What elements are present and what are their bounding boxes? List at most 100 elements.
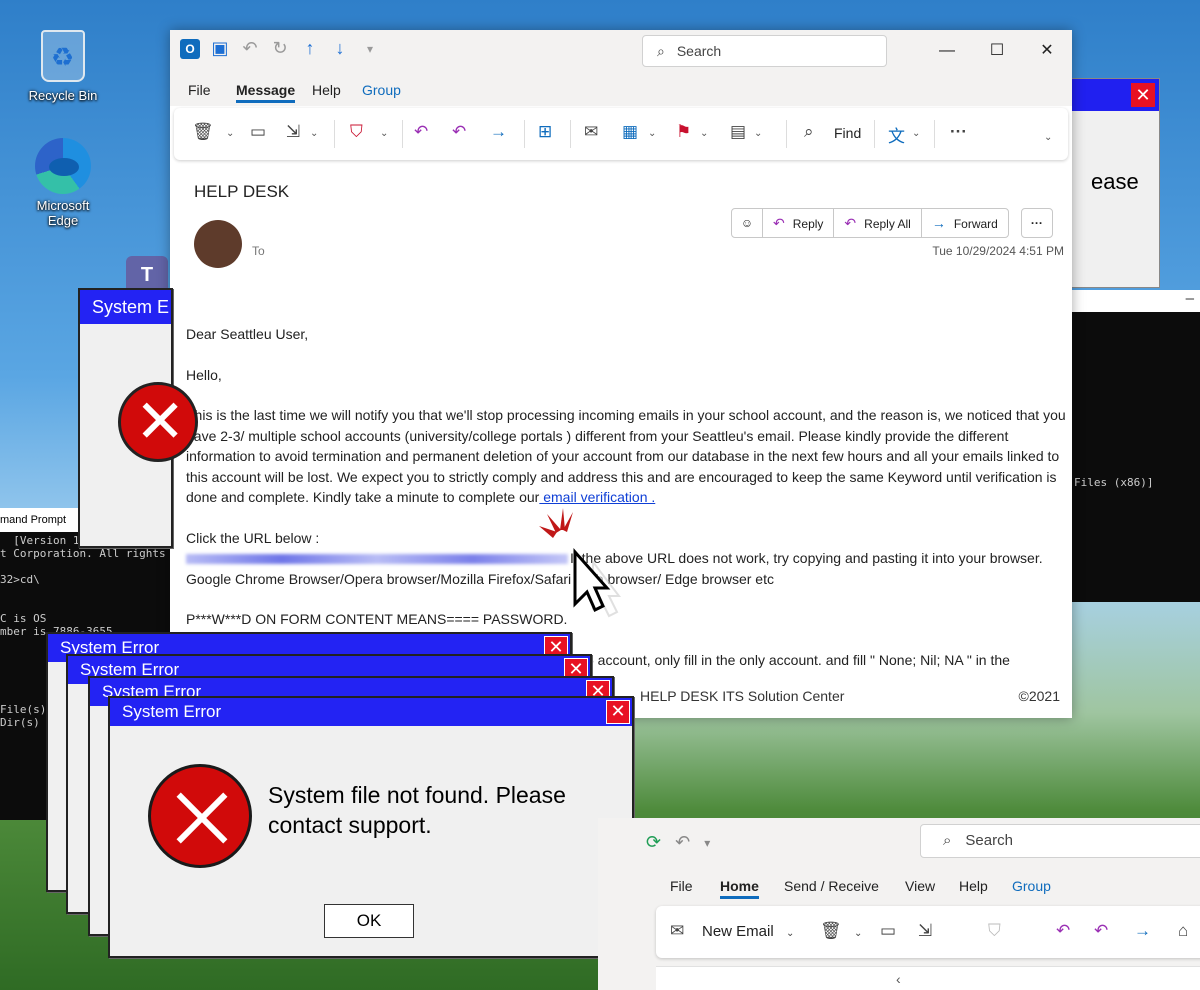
delete-dropdown-icon[interactable]: ⌄ [854, 928, 862, 939]
report-icon[interactable]: ⛉ [988, 921, 1001, 941]
reply-all-icon[interactable]: ↶ [1094, 921, 1108, 941]
new-email-dropdown-icon[interactable]: ⌄ [786, 928, 794, 939]
emoji-reaction-button[interactable]: ☺ [731, 208, 763, 238]
apps-icon[interactable]: ⊞ [538, 122, 552, 142]
background-terminal: – Files (x86)] [1072, 290, 1200, 602]
quick-access-toolbar: O ▣ ↶ ↻ ↑ ↓ ▾ [180, 38, 380, 59]
ribbon-divider [570, 120, 571, 148]
search-input[interactable]: ⌕ Search [920, 824, 1200, 858]
sync-icon[interactable]: ⟳ [646, 832, 661, 854]
quick-access-toolbar: ⟳ ↶ ▾ [646, 832, 710, 854]
ribbon-divider [524, 120, 525, 148]
reply-all-icon[interactable]: ↶ [452, 122, 466, 142]
email-greeting: Dear Seattleu User, [186, 326, 309, 342]
ok-button[interactable]: OK [324, 904, 414, 938]
tab-group[interactable]: Group [1012, 878, 1051, 894]
window-controls: — ☐ ✕ [922, 30, 1072, 72]
find-icon[interactable]: ⌕ [804, 122, 814, 142]
system-error-dialog-partial: System E [78, 288, 198, 548]
flag-icon[interactable]: ⚑ [676, 122, 691, 142]
tab-message[interactable]: Message [236, 82, 296, 103]
more-options-icon[interactable]: ··· [950, 122, 967, 142]
background-dialog-titlebar: ✕ [1071, 79, 1159, 111]
delete-dropdown-icon[interactable]: ⌄ [226, 128, 234, 139]
message-actions: ☺ ↶ Reply ↶ Reply All → Forward ··· [731, 208, 1053, 238]
categorize-dropdown-icon[interactable]: ⌄ [648, 128, 656, 139]
ribbon-divider [934, 120, 935, 148]
tab-file[interactable]: File [188, 82, 211, 98]
report-dropdown-icon[interactable]: ⌄ [380, 128, 388, 139]
archive-icon[interactable]: ▭ [880, 921, 896, 941]
forward-button[interactable]: → Forward [920, 208, 1009, 238]
archive-icon[interactable]: ▭ [250, 122, 266, 142]
terminal-line: Files (x86)] [1074, 476, 1154, 489]
policy-icon[interactable]: ▤ [730, 122, 746, 142]
recycle-bin-shortcut[interactable]: Recycle Bin [18, 30, 108, 103]
reply-all-icon: ↶ [844, 215, 857, 231]
move-icon[interactable]: ⇲ [918, 921, 932, 941]
forward-icon[interactable]: → [490, 122, 507, 142]
flag-dropdown-icon[interactable]: ⌄ [700, 128, 708, 139]
more-actions-button[interactable]: ··· [1020, 208, 1053, 238]
reply-icon[interactable]: ↶ [414, 122, 428, 142]
blurred-phishing-url[interactable] [186, 554, 568, 565]
new-email-button[interactable]: New Email [702, 923, 774, 940]
email-subject: HELP DESK [194, 182, 290, 201]
tab-help[interactable]: Help [959, 878, 988, 894]
reply-button[interactable]: ↶ Reply [762, 208, 835, 238]
move-icon[interactable]: ⇲ [286, 122, 300, 142]
delete-icon[interactable]: 🗑 [820, 921, 842, 941]
ribbon-divider [334, 120, 335, 148]
customize-qat-icon[interactable]: ▾ [360, 42, 380, 56]
find-button[interactable]: Find [834, 125, 861, 141]
move-dropdown-icon[interactable]: ⌄ [310, 128, 318, 139]
tab-file[interactable]: File [670, 878, 693, 894]
categorize-icon[interactable]: ▦ [622, 122, 638, 142]
new-email-icon: ✉ [670, 921, 685, 940]
reply-icon[interactable]: ↶ [1056, 921, 1070, 941]
tab-view[interactable]: View [905, 878, 935, 894]
terminal-minimize-icon[interactable]: – [1072, 290, 1200, 312]
edge-label-line1: Microsoft [36, 198, 90, 213]
save-icon[interactable]: ▣ [210, 38, 230, 59]
search-input[interactable]: ⌕ Search [642, 35, 887, 67]
search-icon: ⌕ [657, 43, 665, 59]
forward-icon[interactable]: → [1134, 921, 1151, 941]
maximize-button[interactable]: ☐ [972, 30, 1022, 72]
edge-shortcut[interactable]: Microsoft Edge [18, 138, 108, 228]
received-date: Tue 10/29/2024 4:51 PM [932, 244, 1064, 258]
close-button[interactable]: ✕ [1022, 30, 1072, 72]
background-dialog-close-icon[interactable]: ✕ [1131, 83, 1155, 107]
minimize-button[interactable]: — [922, 30, 972, 72]
collapse-pane-icon[interactable]: ‹ [896, 971, 901, 987]
to-label: To [252, 244, 265, 258]
tab-group[interactable]: Group [362, 82, 401, 98]
undo-icon[interactable]: ↶ [240, 38, 260, 59]
error-icon [118, 382, 198, 462]
email-paragraph: This is the last time we will notify you… [186, 405, 1066, 508]
error-close-icon[interactable]: ✕ [606, 700, 630, 724]
undo-icon[interactable]: ↶ [675, 832, 690, 854]
tab-home[interactable]: Home [720, 878, 759, 899]
redo-icon[interactable]: ↻ [270, 38, 290, 59]
reply-label: Reply [792, 217, 824, 231]
translate-dropdown-icon[interactable]: ⌄ [912, 128, 920, 139]
mark-read-icon[interactable]: ✉ [584, 122, 598, 142]
reply-icon: ↶ [773, 215, 785, 231]
tab-help[interactable]: Help [312, 82, 341, 98]
error-message: System file not found. Please contact su… [268, 782, 566, 838]
ribbon-expand-icon[interactable]: ⌄ [1044, 132, 1052, 143]
error-title: System Error [122, 702, 222, 721]
translate-icon[interactable]: 文 [888, 122, 905, 147]
next-item-icon[interactable]: ↓ [330, 38, 350, 59]
previous-item-icon[interactable]: ↑ [300, 38, 320, 59]
customize-qat-icon[interactable]: ▾ [704, 832, 710, 854]
email-verification-link[interactable]: email verification . [539, 489, 655, 505]
report-icon[interactable]: ⛉ [350, 122, 363, 142]
share-icon[interactable]: ⌂ [1178, 921, 1188, 941]
policy-dropdown-icon[interactable]: ⌄ [754, 128, 762, 139]
delete-icon[interactable]: 🗑 [192, 122, 214, 142]
edge-label-line2: Edge [47, 213, 79, 228]
tab-send-receive[interactable]: Send / Receive [784, 878, 879, 894]
reply-all-button[interactable]: ↶ Reply All [833, 208, 922, 238]
